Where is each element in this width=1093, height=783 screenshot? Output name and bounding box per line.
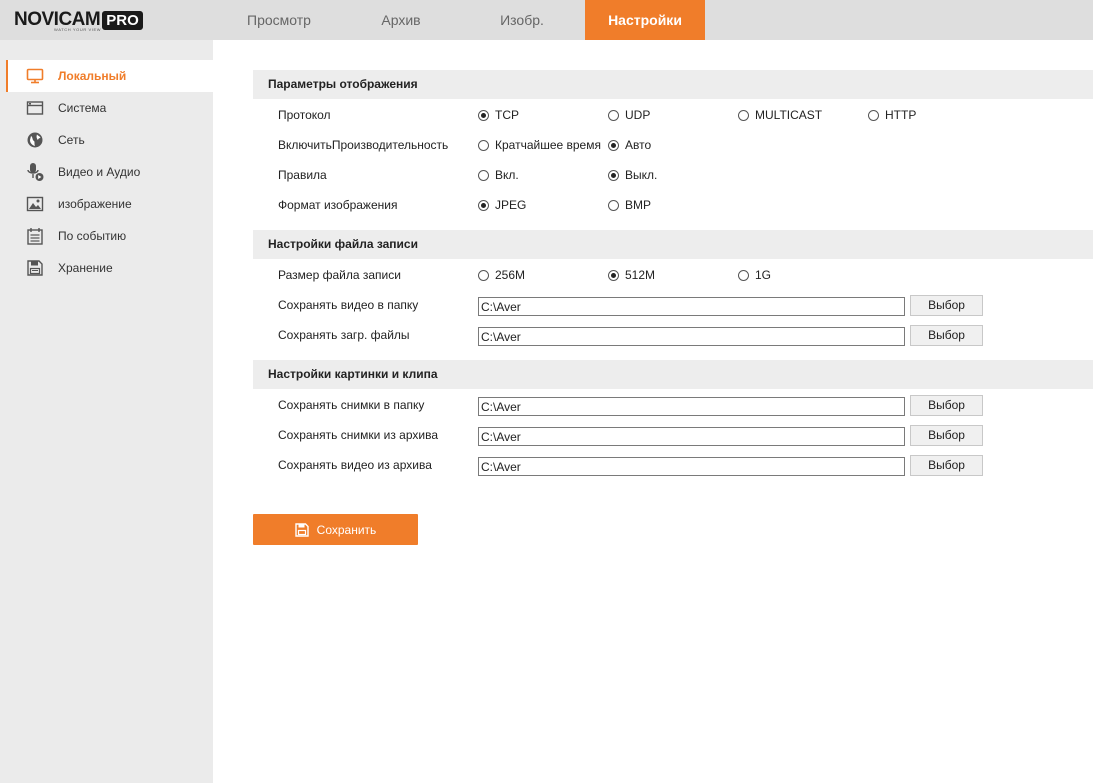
radio-circle: [608, 139, 619, 151]
sidebar-item-local[interactable]: Локальный: [6, 60, 213, 92]
top-bar: NOVICAM WATCH YOUR VIEW PRO Просмотр Арх…: [0, 0, 1093, 40]
radio-circle: [478, 269, 489, 281]
protocol-radio-tcp[interactable]: TCP: [478, 108, 519, 122]
image-icon: [26, 195, 44, 213]
radio-circle: [478, 199, 489, 211]
tab-image[interactable]: Изобр.: [470, 0, 574, 40]
save-snapshots-archive-label: Сохранять снимки из архива: [278, 428, 438, 442]
radio-circle: [738, 269, 749, 281]
sidebar-item-video-audio[interactable]: Видео и Аудио: [6, 156, 213, 188]
sidebar-item-label: Видео и Аудио: [58, 165, 141, 179]
performance-radio-auto[interactable]: Авто: [608, 138, 651, 152]
save-button[interactable]: Сохранить: [253, 514, 418, 545]
save-snapshots-folder-label: Сохранять снимки в папку: [278, 398, 425, 412]
radio-circle: [608, 109, 619, 121]
storage-icon: [26, 259, 44, 277]
tab-settings[interactable]: Настройки: [585, 0, 705, 40]
brand-logo: NOVICAM WATCH YOUR VIEW PRO: [14, 10, 143, 32]
protocol-radio-http[interactable]: HTTP: [868, 108, 916, 122]
browse-button[interactable]: Выбор: [910, 295, 983, 316]
file-size-radio-512m[interactable]: 512M: [608, 268, 655, 282]
radio-label: HTTP: [885, 108, 917, 122]
radio-label: MULTICAST: [755, 108, 823, 122]
browse-button[interactable]: Выбор: [910, 325, 983, 346]
browse-button[interactable]: Выбор: [910, 455, 983, 476]
radio-label: JPEG: [495, 198, 527, 212]
save-video-archive-label: Сохранять видео из архива: [278, 458, 432, 472]
save-snapshots-folder-input[interactable]: [478, 397, 905, 416]
sidebar-item-image[interactable]: изображение: [6, 188, 213, 220]
sidebar: Локальный Система Сеть Видео и Аудио изо…: [0, 40, 213, 783]
radio-circle: [608, 269, 619, 281]
radio-circle: [478, 169, 489, 181]
sidebar-item-label: Хранение: [58, 261, 113, 275]
tab-archive[interactable]: Архив: [349, 0, 453, 40]
rules-radio-on[interactable]: Вкл.: [478, 168, 519, 182]
radio-label: Вкл.: [495, 168, 519, 182]
monitor-icon: [26, 67, 44, 85]
radio-label: 512M: [625, 268, 656, 282]
globe-icon: [26, 131, 44, 149]
file-size-radio-256m[interactable]: 256M: [478, 268, 525, 282]
save-video-archive-input[interactable]: [478, 457, 905, 476]
protocol-radio-multicast[interactable]: MULTICAST: [738, 108, 822, 122]
microphone-icon: [26, 163, 44, 181]
radio-label: Выкл.: [625, 168, 658, 182]
save-download-files-input[interactable]: [478, 327, 905, 346]
sidebar-item-system[interactable]: Система: [6, 92, 213, 124]
browse-button[interactable]: Выбор: [910, 395, 983, 416]
radio-label: Авто: [625, 138, 652, 152]
radio-label: BMP: [625, 198, 652, 212]
radio-circle: [478, 109, 489, 121]
file-size-radio-1g[interactable]: 1G: [738, 268, 771, 282]
radio-circle: [478, 139, 489, 151]
section-picture-clip: Настройки картинки и клипа: [253, 360, 1093, 389]
radio-circle: [738, 109, 749, 121]
sidebar-item-label: Локальный: [58, 69, 127, 83]
window-icon: [26, 99, 44, 117]
logo-tagline: WATCH YOUR VIEW: [54, 27, 102, 32]
protocol-label: Протокол: [278, 108, 331, 122]
protocol-radio-udp[interactable]: UDP: [608, 108, 650, 122]
radio-label: 1G: [755, 268, 772, 282]
file-size-label: Размер файла записи: [278, 268, 401, 282]
radio-label: TCP: [495, 108, 519, 122]
save-video-folder-label: Сохранять видео в папку: [278, 298, 419, 312]
radio-label: 256M: [495, 268, 526, 282]
rules-label: Правила: [278, 168, 327, 182]
sidebar-item-label: По событию: [58, 229, 127, 243]
radio-label: UDP: [625, 108, 651, 122]
radio-circle: [608, 169, 619, 181]
save-button-label: Сохранить: [316, 522, 377, 537]
performance-label: ВключитьПроизводительность: [278, 138, 449, 152]
floppy-disk-icon: [294, 522, 309, 537]
tab-preview[interactable]: Просмотр: [226, 0, 332, 40]
save-download-files-label: Сохранять загр. файлы: [278, 328, 410, 342]
calendar-icon: [26, 227, 44, 245]
save-video-folder-input[interactable]: [478, 297, 905, 316]
sidebar-item-events[interactable]: По событию: [6, 220, 213, 252]
sidebar-item-storage[interactable]: Хранение: [6, 252, 213, 284]
radio-label: Кратчайшее время: [495, 138, 601, 152]
browse-button[interactable]: Выбор: [910, 425, 983, 446]
image-format-radio-bmp[interactable]: BMP: [608, 198, 651, 212]
image-format-label: Формат изображения: [278, 198, 398, 212]
sidebar-item-label: изображение: [58, 197, 132, 211]
sidebar-item-label: Система: [58, 101, 107, 115]
section-record-file: Настройки файла записи: [253, 230, 1093, 259]
sidebar-item-label: Сеть: [58, 133, 85, 147]
image-format-radio-jpeg[interactable]: JPEG: [478, 198, 526, 212]
section-display-params: Параметры отображения: [253, 70, 1093, 99]
logo-pro-badge: PRO: [102, 11, 143, 30]
radio-circle: [868, 109, 879, 121]
sidebar-item-network[interactable]: Сеть: [6, 124, 213, 156]
performance-radio-shortest[interactable]: Кратчайшее время: [478, 138, 601, 152]
radio-circle: [608, 199, 619, 211]
rules-radio-off[interactable]: Выкл.: [608, 168, 657, 182]
save-snapshots-archive-input[interactable]: [478, 427, 905, 446]
